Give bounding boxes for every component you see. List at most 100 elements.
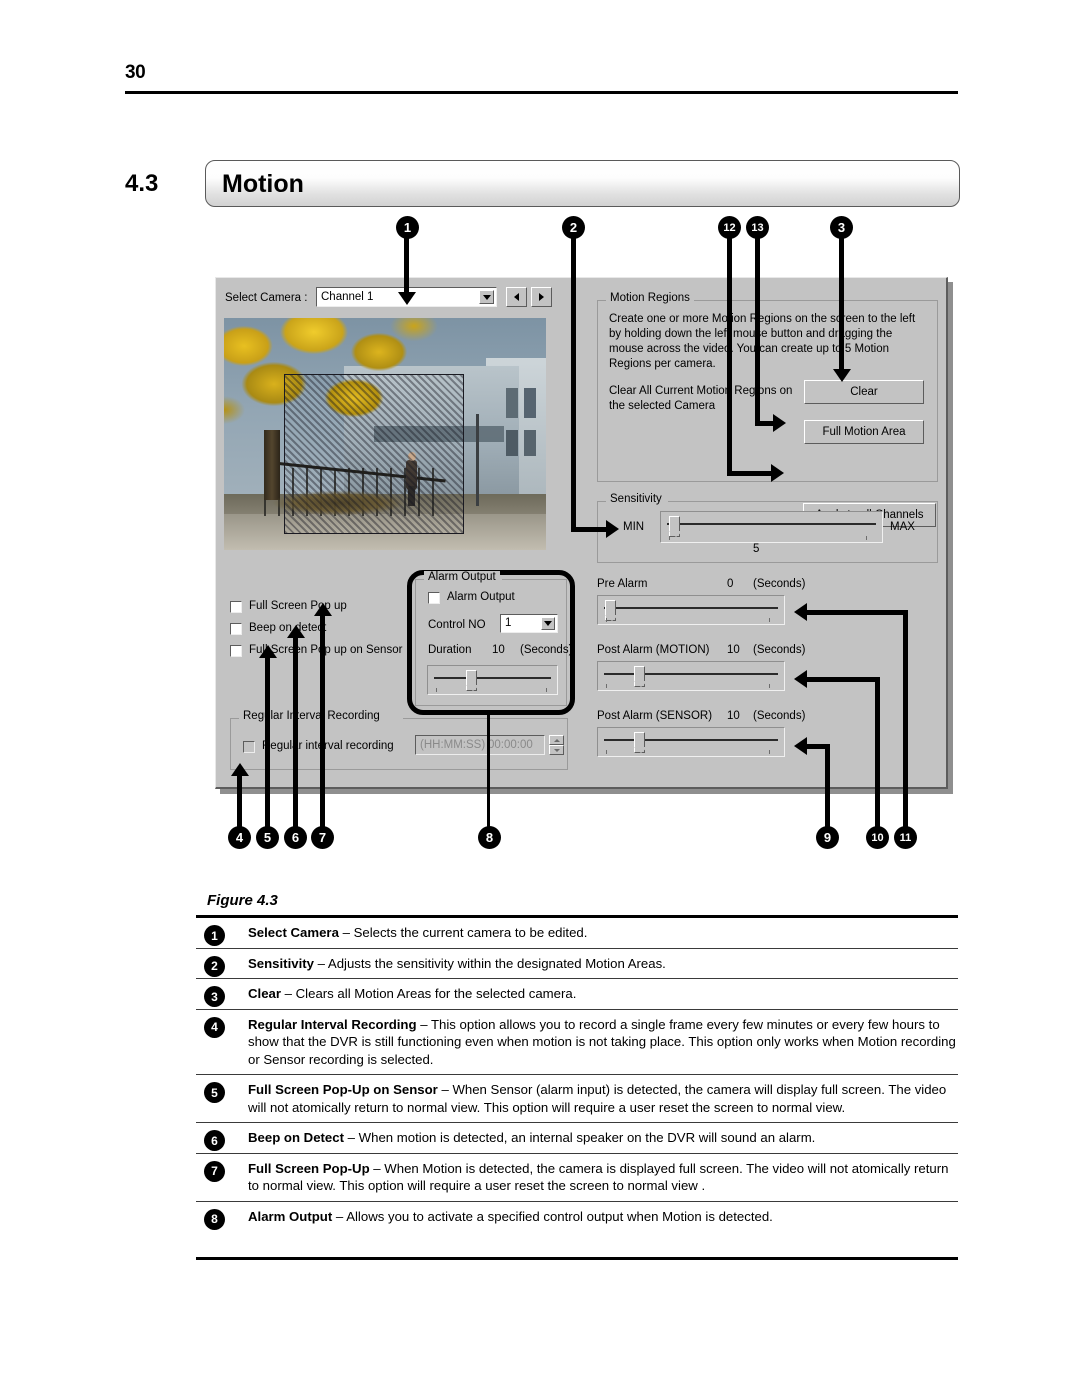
callout-10-leader-v — [875, 681, 880, 830]
callout-13-leader-v — [755, 238, 760, 426]
group-alarm-output: Alarm Output Alarm Output Control NO 1 D… — [415, 571, 572, 706]
callout-10-arrow — [794, 670, 807, 688]
time-format-hint: (HH:MM:SS) — [420, 739, 486, 751]
video-window — [506, 388, 518, 418]
callout-9-arrow — [794, 737, 807, 755]
camera-prev-button[interactable] — [506, 287, 527, 307]
slider-tick — [669, 536, 670, 540]
control-no-value: 1 — [505, 617, 512, 629]
control-no-dropdown[interactable]: 1 — [500, 614, 558, 633]
list-item: 1 Select Camera – Selects the current ca… — [196, 918, 958, 948]
duration-slider[interactable] — [427, 665, 558, 695]
callout-1-leader — [404, 238, 409, 295]
group-title: Motion Regions — [606, 292, 694, 304]
spinner-down-icon[interactable] — [549, 745, 564, 755]
slider-tick — [769, 750, 770, 754]
legend-description: – Clears all Motion Areas for the select… — [281, 986, 577, 1001]
video-preview[interactable] — [224, 318, 546, 550]
callout-6-leader — [293, 637, 298, 830]
sensitivity-value: 5 — [753, 543, 760, 555]
legend-term: Alarm Output — [248, 1208, 333, 1224]
legend-term: Select Camera — [248, 925, 339, 940]
checkbox-label: Full Screen Pop up — [249, 600, 347, 612]
time-spinner[interactable] — [549, 735, 564, 755]
motion-regions-description: Create one or more Motion Regions on the… — [609, 313, 916, 370]
duration-unit: (Seconds) — [520, 644, 573, 656]
slider-tick — [606, 618, 607, 622]
sensitivity-slider[interactable] — [660, 511, 883, 543]
callout-11-arrow — [794, 603, 807, 621]
regular-interval-time-field[interactable]: (HH:MM:SS) 00:00:00 — [415, 735, 545, 755]
callout-11-leader-v — [903, 614, 908, 830]
legend-bullet: 7 — [204, 1160, 225, 1182]
callout-2-leader-h — [571, 527, 608, 532]
list-item: 4 Regular Interval Recording – This opti… — [196, 1010, 958, 1075]
group-title: Alarm Output — [424, 571, 500, 583]
spinner-up-icon[interactable] — [549, 735, 564, 745]
legend-list: 1 Select Camera – Selects the current ca… — [196, 915, 958, 1260]
legend-bullet: 1 — [204, 925, 225, 946]
slider-tick — [546, 688, 547, 692]
callout-12: 12 — [718, 216, 741, 239]
video-window — [506, 430, 518, 456]
legend-bullet: 8 — [204, 1208, 225, 1230]
checkbox-box[interactable] — [230, 645, 242, 657]
legend-bullet: 4 — [204, 1016, 225, 1038]
callout-4-arrow — [231, 763, 249, 776]
motion-region-overlay[interactable] — [284, 374, 464, 534]
select-camera-label: Select Camera : — [225, 292, 308, 304]
clear-button[interactable]: Clear — [804, 380, 924, 404]
duration-label: Duration — [428, 644, 472, 656]
list-item: 2 Sensitivity – Adjusts the sensitivity … — [196, 949, 958, 979]
pre-alarm-slider[interactable] — [597, 595, 785, 625]
legend-term: Sensitivity — [248, 955, 314, 971]
legend-bullet: 6 — [204, 1130, 225, 1151]
pre-alarm-label: Pre Alarm — [597, 578, 648, 590]
callout-6-arrow — [287, 625, 305, 638]
post-alarm-motion-slider[interactable] — [597, 661, 785, 691]
callout-9: 9 — [816, 826, 839, 849]
group-title: Sensitivity — [606, 493, 666, 505]
pre-alarm-value: 0 — [727, 578, 734, 590]
checkbox-box[interactable] — [230, 623, 242, 635]
post-alarm-sensor-slider[interactable] — [597, 727, 785, 757]
slider-thumb[interactable] — [668, 516, 683, 537]
callout-3-leader — [839, 238, 844, 372]
callout-5-leader — [265, 657, 270, 830]
slider-thumb[interactable] — [633, 666, 648, 687]
chevron-down-icon[interactable] — [541, 617, 555, 630]
slider-track-line — [604, 673, 778, 675]
slider-track-line — [434, 677, 551, 679]
list-item: 7 Full Screen Pop-Up – When Motion is de… — [196, 1154, 958, 1201]
group-regular-interval-recording: Regular Interval Recording Regular inter… — [230, 710, 568, 770]
post-alarm-motion-value: 10 — [727, 644, 740, 656]
callout-6: 6 — [284, 826, 307, 849]
camera-next-button[interactable] — [531, 287, 552, 307]
callout-7-leader — [320, 615, 325, 830]
checkbox-box[interactable] — [230, 601, 242, 613]
slider-thumb[interactable] — [465, 670, 480, 691]
post-alarm-sensor-unit: (Seconds) — [753, 710, 806, 722]
callout-11-leader-h — [807, 610, 908, 615]
full-motion-area-button[interactable]: Full Motion Area — [804, 420, 924, 444]
slider-tick — [866, 536, 867, 540]
checkbox-box[interactable] — [428, 592, 440, 604]
callout-5: 5 — [256, 826, 279, 849]
callout-3-arrow — [833, 369, 851, 382]
slider-track-line — [667, 523, 876, 525]
sensitivity-min-label: MIN — [623, 521, 645, 533]
legend-bottom-rule — [196, 1257, 958, 1260]
callout-9-leader-v — [825, 748, 830, 830]
slider-thumb[interactable] — [633, 732, 648, 753]
callout-9-leader-h — [807, 744, 830, 749]
chevron-down-icon[interactable] — [479, 290, 494, 304]
callout-13: 13 — [746, 216, 769, 239]
callout-2-leader-v — [571, 238, 576, 532]
legend-bullet: 5 — [204, 1082, 225, 1103]
callout-10: 10 — [866, 826, 889, 849]
select-camera-value: Channel 1 — [321, 291, 374, 303]
list-item: 6 Beep on Detect – When motion is detect… — [196, 1123, 958, 1153]
slider-tick — [436, 688, 437, 692]
legend-description: – When motion is detected, an internal s… — [344, 1130, 816, 1145]
checkbox-box[interactable] — [243, 741, 255, 753]
